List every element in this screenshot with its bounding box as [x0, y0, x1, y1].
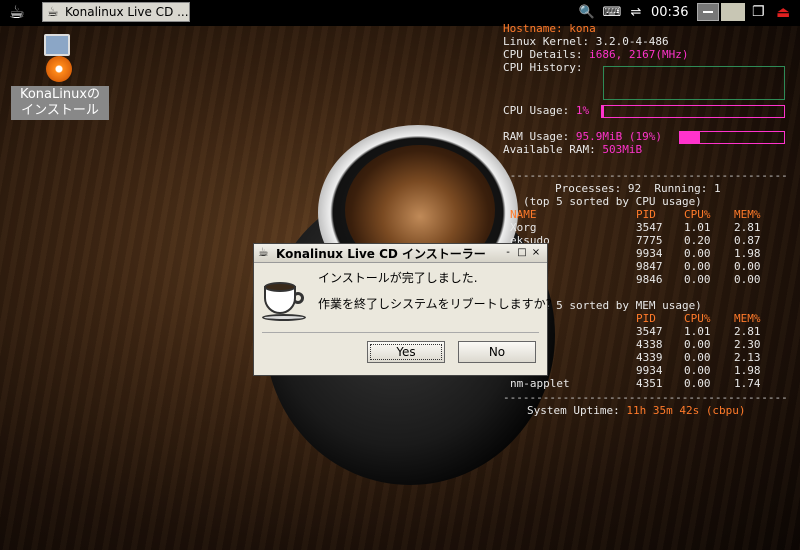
table-cell: 0.00 — [684, 351, 711, 364]
installer-dialog: ☕ Konalinux Live CD インストーラー - □ × インストール… — [253, 243, 552, 376]
dialog-separator — [262, 332, 539, 333]
table-cell: 1.98 — [734, 364, 761, 377]
table-cell: 2.81 — [734, 221, 761, 234]
table-header-cell: PID — [636, 312, 656, 325]
table-cell: 2.30 — [734, 338, 761, 351]
cpu-history-graph — [603, 66, 785, 100]
table-cell: 4351 — [636, 377, 663, 390]
clock[interactable]: 00:36 — [651, 3, 688, 23]
workspace-2-button[interactable] — [721, 3, 745, 21]
table-cell: 0.00 — [684, 273, 711, 286]
yes-button[interactable]: Yes — [367, 341, 445, 363]
table-header-cell: MEM% — [734, 312, 761, 325]
table-cell: 0.00 — [684, 364, 711, 377]
table-cell: 2.13 — [734, 351, 761, 364]
coffee-cup-icon: ☕ — [47, 5, 59, 20]
ram-usage-fill — [680, 132, 700, 143]
dialog-title: Konalinux Live CD インストーラー — [276, 247, 486, 261]
no-button[interactable]: No — [458, 341, 536, 363]
kernel-row: Linux Kernel: 3.2.0-4-486 — [503, 35, 669, 48]
window-list-icon[interactable]: ❐ — [752, 3, 770, 21]
uptime-row: System Uptime: 11h 35m 42s (cbpu) — [527, 404, 746, 417]
network-icon[interactable]: ⇌ — [626, 3, 646, 23]
table-cell: 9847 — [636, 260, 663, 273]
table-cell: 2.81 — [734, 325, 761, 338]
table-cell: 3547 — [636, 325, 663, 338]
table-cell: 1.98 — [734, 247, 761, 260]
table-header-cell: PID — [636, 208, 656, 221]
close-button[interactable]: × — [530, 246, 542, 260]
table-cell: 0.00 — [734, 273, 761, 286]
coffee-cup-icon: ☕ — [258, 245, 269, 259]
taskbar-window-button[interactable]: ☕ Konalinux Live CD ... — [42, 2, 190, 22]
dialog-message-complete: インストールが完了しました. — [318, 271, 478, 285]
table-header-cell: CPU% — [684, 208, 711, 221]
table-cell: 0.20 — [684, 234, 711, 247]
taskbar-window-label: Konalinux Live CD ... — [65, 5, 189, 19]
dialog-titlebar[interactable]: ☕ Konalinux Live CD インストーラー - □ × — [254, 244, 547, 263]
table-cell: 9934 — [636, 364, 663, 377]
table-cell: 9846 — [636, 273, 663, 286]
dialog-message-reboot: 作業を終了しシステムをリブートしますか? — [318, 297, 553, 311]
table-cell: 0.00 — [684, 260, 711, 273]
table-cell: Xorg — [510, 221, 537, 234]
table-cell: 1.01 — [684, 221, 711, 234]
table-cell: 1.74 — [734, 377, 761, 390]
ram-usage-row: RAM Usage: 95.9MiB (19%) — [503, 130, 662, 143]
table-header-cell: MEM% — [734, 208, 761, 221]
minimize-bar-icon — [703, 11, 713, 13]
available-ram-row: Available RAM: 503MiB — [503, 143, 643, 156]
ram-usage-bar — [679, 131, 785, 144]
desktop-icon-label: KonaLinuxの インストール — [11, 86, 109, 120]
desktop-icon-installer[interactable]: KonaLinuxの インストール — [11, 34, 109, 120]
divider-1: ----------------------------------------… — [503, 169, 788, 182]
coffee-cup-icon — [262, 280, 308, 322]
minimize-button[interactable]: - — [502, 246, 514, 260]
cpu-usage-fill — [602, 106, 604, 117]
table-cell: 3547 — [636, 221, 663, 234]
cpu-usage-bar — [601, 105, 785, 118]
table-cell: 1.01 — [684, 325, 711, 338]
hostname-row: Hostname: kona — [503, 22, 596, 35]
maximize-button[interactable]: □ — [516, 246, 528, 260]
keyboard-icon[interactable]: ⌨ — [602, 3, 622, 23]
divider-2: ----------------------------------------… — [503, 391, 788, 404]
logout-icon[interactable]: ⏏ — [776, 3, 794, 21]
cpu-history-label: CPU History: — [503, 61, 583, 74]
table-cell: 4338 — [636, 338, 663, 351]
installer-disc-icon — [40, 34, 80, 84]
table-header-cell: CPU% — [684, 312, 711, 325]
table-cell: 4339 — [636, 351, 663, 364]
coffee-cup-menu-icon[interactable]: ☕ — [2, 2, 32, 24]
table-cell: nm-applet — [510, 377, 570, 390]
top-panel: ☕ ☕ Konalinux Live CD ... 🔍 ⌨ ⇌ 00:36 ❐ … — [0, 0, 800, 26]
table-cell: 0.00 — [684, 377, 711, 390]
table-cell: 0.87 — [734, 234, 761, 247]
table-cell: 0.00 — [734, 260, 761, 273]
table-cell: 9934 — [636, 247, 663, 260]
table-cell: 0.00 — [684, 247, 711, 260]
cpu-details-row: CPU Details: i686, 2167(MHz) — [503, 48, 689, 61]
workspace-1-button[interactable] — [697, 3, 719, 21]
table-header-cell: NAME — [510, 208, 537, 221]
cpu-usage-row: CPU Usage: 1% — [503, 104, 590, 117]
search-icon[interactable]: 🔍 — [578, 3, 596, 23]
processes-row: Processes: 92 Running: 1 — [555, 182, 721, 195]
table-cell: 7775 — [636, 234, 663, 247]
table-cell: 0.00 — [684, 338, 711, 351]
cpu-sort-caption: (top 5 sorted by CPU usage) — [523, 195, 702, 208]
